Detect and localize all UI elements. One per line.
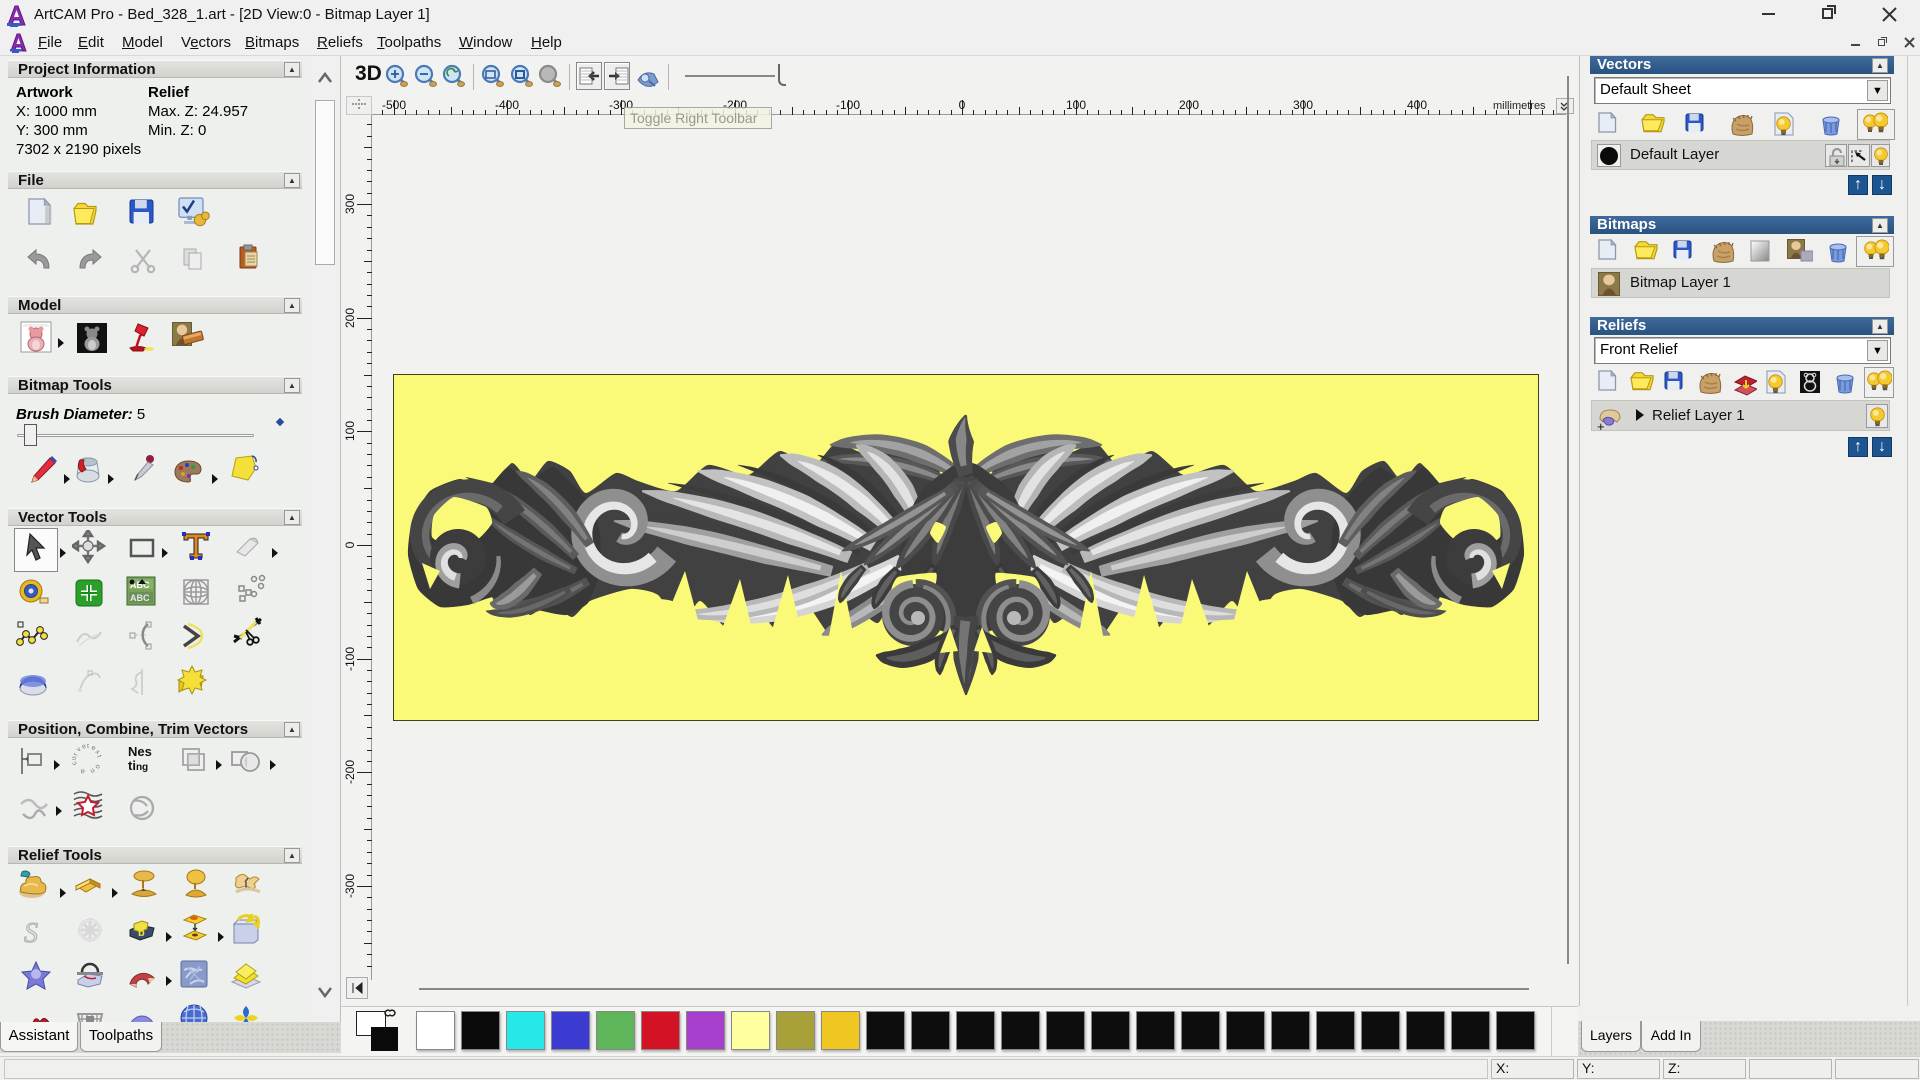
- svg-text:a: a: [80, 767, 85, 775]
- svg-text:b: b: [138, 927, 145, 939]
- svg-text:+: +: [1597, 419, 1605, 431]
- svg-text:ting: ting: [128, 758, 148, 773]
- svg-text:S: S: [24, 918, 38, 949]
- svg-text:Nes: Nes: [128, 744, 152, 759]
- svg-text:ABC: ABC: [130, 593, 150, 603]
- svg-text:n: n: [89, 766, 96, 774]
